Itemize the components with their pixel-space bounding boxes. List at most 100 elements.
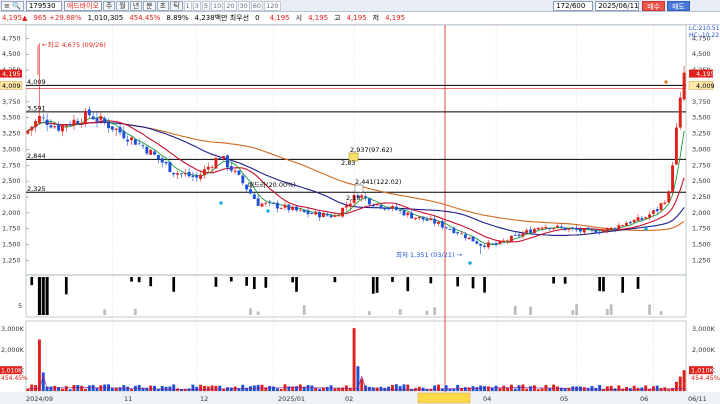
volume-bar <box>486 386 490 391</box>
period-button[interactable]: 분 <box>143 0 156 11</box>
candle-body <box>613 228 617 230</box>
signal-bar <box>30 277 34 286</box>
volume-bar <box>632 385 636 391</box>
price-tick-right: 3,500 <box>692 114 711 122</box>
volume-bar <box>536 389 540 391</box>
candle-body <box>463 234 467 239</box>
signal-bar <box>621 277 625 293</box>
minute-button[interactable]: 30 <box>237 0 250 11</box>
signal-bar-gray <box>659 311 663 315</box>
volume-bar <box>137 385 141 391</box>
signal-bar-gray <box>302 305 306 315</box>
volume-bar <box>84 388 87 391</box>
signal-bar <box>252 277 256 290</box>
candle-body <box>655 209 659 212</box>
volume-ratio-label: 454.45% <box>691 374 720 382</box>
candle-body <box>467 237 471 240</box>
candle-body <box>183 173 187 175</box>
volume-bar <box>172 384 176 391</box>
best-qty: 0 <box>255 14 260 22</box>
period-button[interactable]: 초 <box>156 0 170 11</box>
candle-body <box>34 120 38 128</box>
minute-button[interactable]: 1 <box>183 0 192 11</box>
volume-bar <box>149 385 153 391</box>
count-input[interactable]: 172/600 <box>553 0 594 11</box>
candle-body <box>179 173 183 175</box>
volume-bar <box>406 384 410 391</box>
volume-bar <box>433 385 437 391</box>
minute-button[interactable]: 5 <box>201 0 210 11</box>
period-button[interactable]: 년 <box>129 0 143 11</box>
candle-body <box>402 210 406 216</box>
low-price: 4,195 <box>385 14 406 22</box>
price-tick-left: 2,250 <box>2 193 21 201</box>
candle-body <box>364 196 368 198</box>
candle-body <box>168 162 172 173</box>
buy-button[interactable]: 매수 <box>642 0 666 11</box>
candle-body <box>410 212 414 219</box>
date-input[interactable]: 2025/06/11 <box>595 0 640 11</box>
stock-chart[interactable]: 4,009 3,591 2,844 2,325 5 3,000K 3,000K 2,000… <box>0 25 720 404</box>
volume-bar <box>529 386 533 391</box>
candle-body <box>195 175 199 178</box>
candle-body <box>252 194 256 199</box>
sell-button[interactable]: 매도 <box>667 0 690 11</box>
candle-body <box>536 227 540 230</box>
candle-body <box>452 228 456 234</box>
candle-body <box>26 130 30 134</box>
signal-bar-gray <box>368 311 371 315</box>
candle-body <box>648 214 652 218</box>
period-button[interactable]: 월 <box>116 0 129 11</box>
candle-body <box>490 243 494 245</box>
volume-bar <box>475 387 479 391</box>
candle-body <box>325 213 329 216</box>
candle-body <box>57 124 61 131</box>
price-change: 965 +29.88% <box>33 14 82 22</box>
minute-button[interactable]: 120 <box>264 0 281 11</box>
candle-body <box>532 228 536 233</box>
quote-info-bar: 4,195 ▲ 965 +29.88% 1,010,305 454.45% 8.… <box>0 12 720 25</box>
stock-name-field[interactable]: 애드바이오 <box>63 0 102 11</box>
volume-bar <box>310 385 314 391</box>
annotation-a5: 2,18 <box>346 194 360 202</box>
volume-bar <box>218 385 222 391</box>
period-button[interactable]: 주 <box>102 0 116 11</box>
signal-bar <box>45 277 49 315</box>
signal-tick: 5 <box>18 302 22 310</box>
candle-body <box>310 213 314 214</box>
candle-body <box>337 215 341 217</box>
candle-body <box>506 240 510 242</box>
volume-bar <box>118 387 122 391</box>
menu-button[interactable]: ≡ 🔍 <box>1 0 24 11</box>
period-button[interactable]: 틱 <box>170 0 183 11</box>
volume-bar <box>444 385 448 391</box>
candle-body <box>632 219 636 223</box>
volume-bar <box>30 384 34 391</box>
price-tick-right: 1,250 <box>692 256 711 264</box>
candle-body <box>425 219 429 221</box>
minute-button[interactable]: 20 <box>224 0 237 11</box>
volume-bar <box>617 385 621 391</box>
candle-body <box>145 146 149 154</box>
volume-bar <box>87 385 91 391</box>
open-price: 4,195 <box>308 14 329 22</box>
signal-bar-gray <box>529 306 532 315</box>
volume-bar <box>644 385 648 391</box>
candle-body <box>460 233 463 235</box>
price-tick-right: 2,750 <box>692 161 711 169</box>
candle-body <box>571 227 575 229</box>
price-tick-right: 3,250 <box>692 130 711 138</box>
candle-body <box>540 227 544 229</box>
candle-body <box>344 205 348 208</box>
minute-button[interactable]: 60 <box>250 0 264 11</box>
volume-bar <box>37 339 41 391</box>
minute-button[interactable]: 3 <box>192 0 201 11</box>
volume-bar <box>456 384 460 391</box>
volume-bar <box>609 385 613 391</box>
candle-body <box>444 227 448 229</box>
minute-button[interactable]: 10 <box>210 0 224 11</box>
signal-bar-gray <box>575 304 578 315</box>
stock-code-input[interactable]: 179530 <box>25 0 62 11</box>
signal-bar <box>456 277 460 287</box>
volume-bar <box>195 386 199 391</box>
